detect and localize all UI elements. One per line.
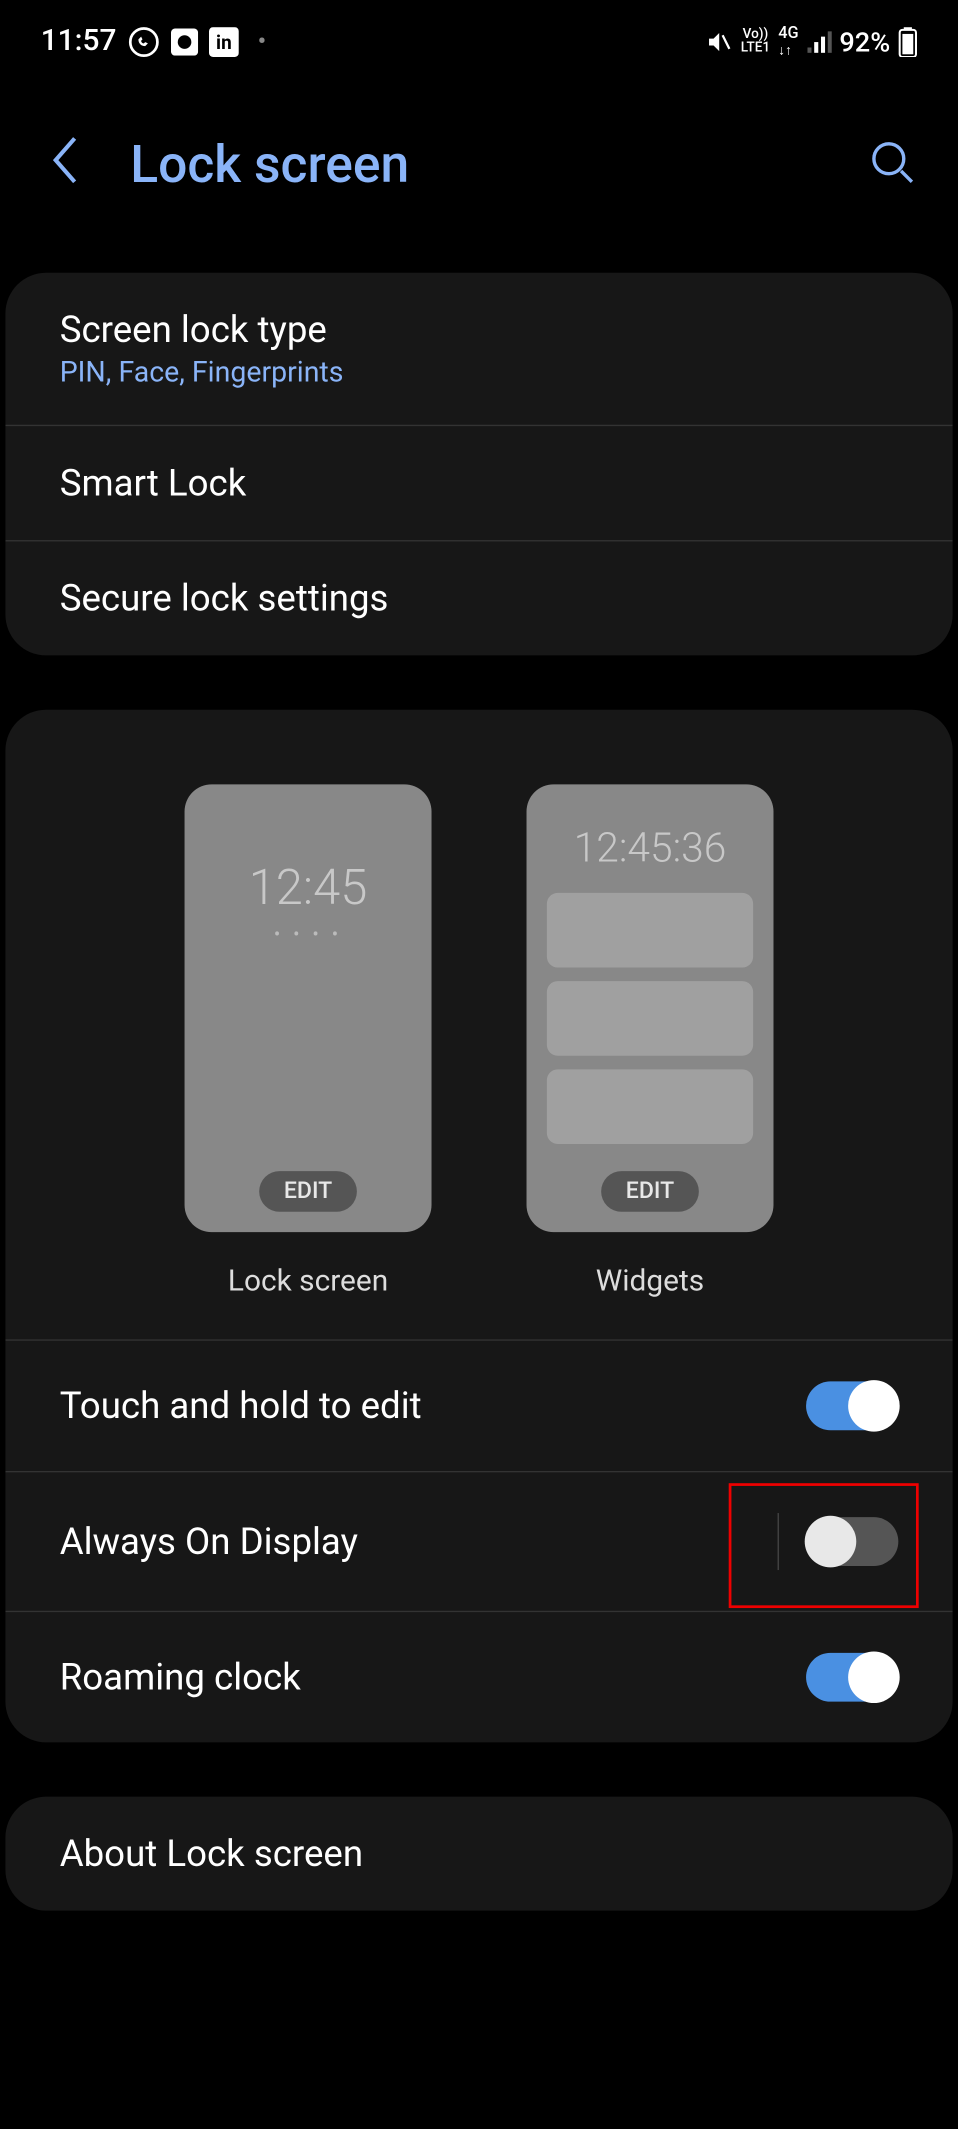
- header: Lock screen: [0, 72, 958, 273]
- about-title: About Lock screen: [60, 1832, 899, 1875]
- status-time: 11:57: [41, 24, 117, 58]
- mute-icon: [706, 28, 733, 55]
- smart-lock-title: Smart Lock: [60, 461, 899, 504]
- aod-divider: [778, 1513, 779, 1570]
- preview-widget-item: [547, 1069, 753, 1144]
- signal-icon: [807, 31, 831, 53]
- edit-badge-1[interactable]: EDIT: [259, 1171, 356, 1212]
- volte-label: Vo))LTE1: [741, 28, 770, 55]
- card-about: About Lock screen: [5, 1797, 952, 1911]
- secure-lock-row[interactable]: Secure lock settings: [5, 541, 952, 655]
- status-bar: 11:57 in • Vo))LTE1 4G↓↑: [0, 0, 958, 72]
- roaming-clock-toggle[interactable]: [806, 1653, 898, 1702]
- preview-clock-2: 12:45:36: [574, 825, 727, 872]
- secure-lock-title: Secure lock settings: [60, 577, 899, 620]
- edit-badge-2[interactable]: EDIT: [601, 1171, 698, 1212]
- about-row[interactable]: About Lock screen: [5, 1797, 952, 1911]
- roaming-clock-title: Roaming clock: [60, 1656, 301, 1699]
- preview-dots: • • • •: [274, 924, 342, 946]
- card-security: Screen lock type PIN, Face, Fingerprints…: [5, 273, 952, 656]
- touch-hold-title: Touch and hold to edit: [60, 1384, 422, 1427]
- card-appearance: 12:45 • • • • EDIT Lock screen 12:45:36 …: [5, 710, 952, 1743]
- aod-toggle[interactable]: [806, 1517, 898, 1566]
- svg-text:in: in: [216, 30, 232, 53]
- aod-title: Always On Display: [60, 1520, 358, 1563]
- roaming-clock-row[interactable]: Roaming clock: [5, 1611, 952, 1743]
- search-button[interactable]: [868, 138, 917, 192]
- lockscreen-preview[interactable]: 12:45 • • • • EDIT: [185, 784, 432, 1232]
- touch-hold-row[interactable]: Touch and hold to edit: [5, 1339, 952, 1471]
- linkedin-icon: in: [209, 26, 239, 56]
- preview-row: 12:45 • • • • EDIT Lock screen 12:45:36 …: [5, 710, 952, 1340]
- smart-lock-row[interactable]: Smart Lock: [5, 426, 952, 541]
- battery-icon: [898, 26, 917, 56]
- preview-widgets-stack: [547, 893, 753, 1144]
- preview-widget-item: [547, 893, 753, 968]
- status-right: Vo))LTE1 4G↓↑ 92%: [706, 24, 918, 58]
- status-left: 11:57 in •: [41, 24, 266, 58]
- screen-lock-type-row[interactable]: Screen lock type PIN, Face, Fingerprints: [5, 273, 952, 426]
- more-dot-icon: •: [258, 27, 267, 55]
- touch-hold-toggle[interactable]: [806, 1381, 898, 1430]
- back-button[interactable]: [41, 126, 90, 205]
- widgets-preview-col: 12:45:36 EDIT Widgets: [527, 784, 774, 1298]
- screen-lock-type-title: Screen lock type: [60, 308, 899, 351]
- page-title: Lock screen: [130, 136, 827, 196]
- preview-clock-1: 12:45: [249, 859, 368, 916]
- lockscreen-preview-label: Lock screen: [228, 1265, 388, 1299]
- aod-row[interactable]: Always On Display: [5, 1471, 952, 1611]
- network-gen: 4G↓↑: [778, 24, 798, 58]
- screen-lock-type-subtitle: PIN, Face, Fingerprints: [60, 357, 899, 390]
- whatsapp-icon: [127, 25, 160, 58]
- widgets-preview[interactable]: 12:45:36 EDIT: [527, 784, 774, 1232]
- app-icon-1: [171, 28, 198, 55]
- battery-pct: 92%: [839, 25, 890, 58]
- preview-widget-item: [547, 981, 753, 1056]
- widgets-preview-label: Widgets: [596, 1265, 704, 1299]
- lockscreen-preview-col: 12:45 • • • • EDIT Lock screen: [185, 784, 432, 1298]
